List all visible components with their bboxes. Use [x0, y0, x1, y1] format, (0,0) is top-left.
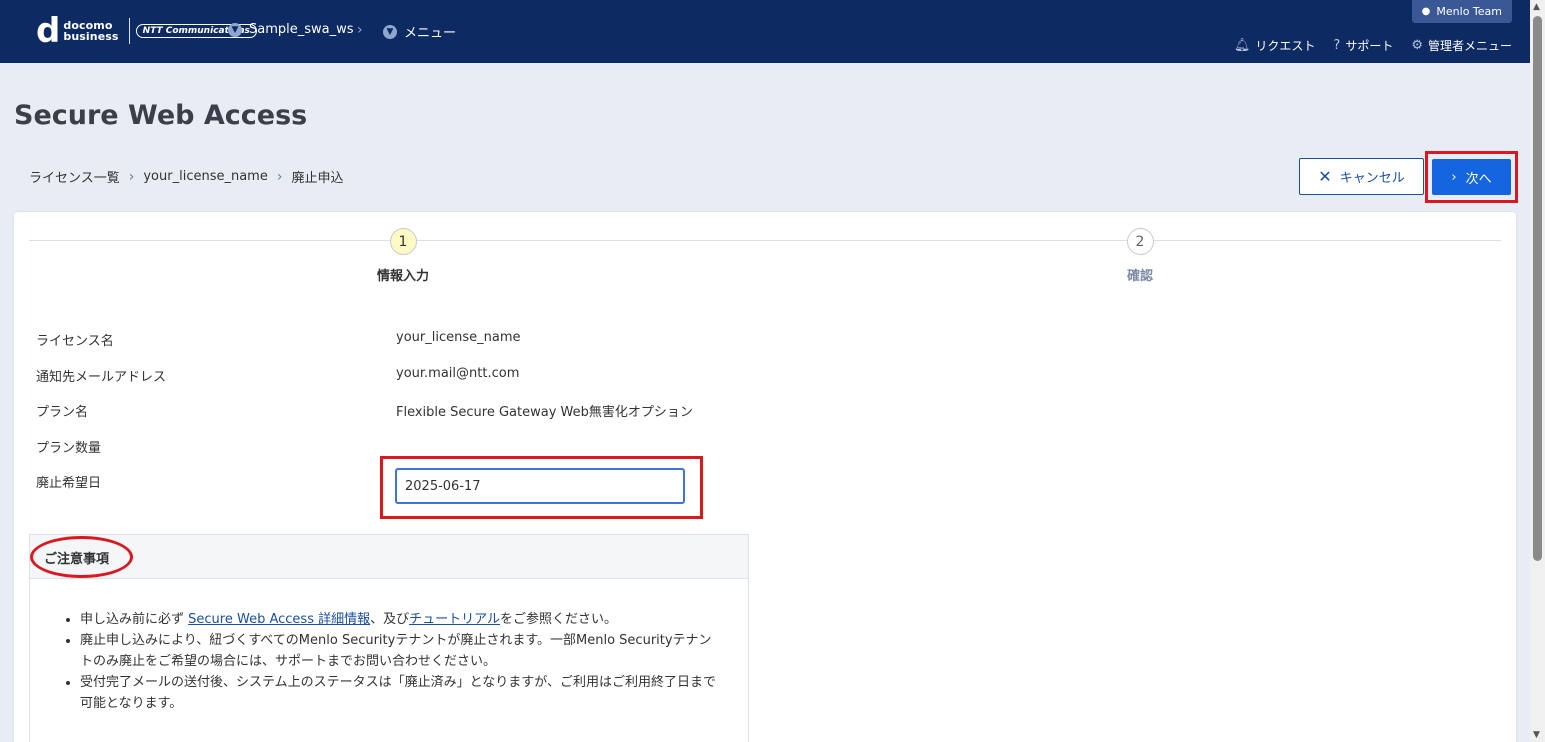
breadcrumb-current: 廃止申込 [291, 171, 344, 186]
end-date-input[interactable] [395, 468, 685, 504]
plan-name-row: プラン名 Flexible Secure Gateway Web無害化オプション [36, 401, 693, 420]
notice-item-2: 廃止申し込みにより、紐づくすべてのMenlo Securityテナントが廃止され… [80, 630, 720, 672]
support-label: サポート [1345, 39, 1394, 53]
step-2-label: 確認 [1126, 269, 1153, 284]
plan-qty-row: プラン数量 [36, 437, 396, 456]
notice-item-1: 申し込み前に必ず Secure Web Access 詳細情報、及びチュートリア… [80, 609, 720, 630]
plan-name-value: Flexible Secure Gateway Web無害化オプション [396, 405, 693, 420]
next-label: 次へ [1465, 171, 1492, 187]
notice-item-3: 受付完了メールの送付後、システム上のステータスは「廃止済み」となりますが、ご利用… [80, 672, 720, 714]
workspace-name: Sample_swa_ws [249, 22, 354, 37]
license-name-row: ライセンス名 your_license_name [36, 330, 520, 349]
step-2: 2 確認 [1090, 228, 1190, 284]
step-2-number: 2 [1126, 228, 1154, 255]
tutorial-link[interactable]: チュートリアル [409, 612, 500, 627]
request-link[interactable]: 🔔︎ リクエスト [1234, 37, 1316, 54]
request-label: リクエスト [1255, 39, 1316, 53]
page-title: Secure Web Access [14, 100, 308, 131]
scroll-down-icon[interactable]: ▼ [1533, 730, 1540, 740]
license-name-label: ライセンス名 [36, 334, 114, 349]
scroll-up-icon[interactable]: ▲ [1533, 2, 1540, 12]
notice-item-1-pre: 申し込み前に必ず [80, 612, 185, 627]
close-icon: ✕ [1318, 167, 1332, 186]
plan-name-label: プラン名 [36, 405, 89, 420]
notice-panel: ご注意事項 申し込み前に必ず Secure Web Access 詳細情報、及び… [29, 534, 749, 742]
menu-label: メニュー [404, 26, 457, 41]
header-links: 🔔︎ リクエスト ? サポート ⚙ 管理者メニュー [1234, 37, 1512, 54]
chevron-right-icon: › [1451, 169, 1457, 185]
scroll-thumb[interactable] [1533, 16, 1542, 561]
chevron-right-icon: › [128, 168, 135, 185]
license-name-value: your_license_name [396, 330, 521, 345]
notice-item-1-post: をご参照ください。 [499, 612, 617, 627]
end-date-row: 廃止希望日 [36, 472, 396, 491]
workspace-selector[interactable]: ▼ Sample_swa_ws [228, 22, 354, 37]
notice-title-highlight [30, 536, 133, 578]
step-1: 1 情報入力 [353, 228, 453, 284]
step-1-number: 1 [389, 228, 417, 255]
chevron-down-icon: ▼ [383, 24, 397, 39]
email-value: your.mail@ntt.com [396, 366, 520, 381]
user-menu-button[interactable]: ● Menlo Team [1411, 0, 1512, 23]
docomo-d-mark: d [36, 11, 61, 51]
menu-selector[interactable]: ▼ メニュー [383, 22, 456, 41]
next-button-highlight: › 次へ [1425, 151, 1518, 203]
support-link[interactable]: ? サポート [1333, 37, 1393, 54]
user-name: Menlo Team [1436, 5, 1502, 18]
breadcrumb-license-name[interactable]: your_license_name [143, 169, 267, 184]
breadcrumb: ライセンス一覧 › your_license_name › 廃止申込 [29, 167, 344, 187]
admin-menu-label: 管理者メニュー [1427, 39, 1512, 53]
cancel-label: キャンセル [1339, 171, 1405, 186]
chevron-right-icon: › [357, 22, 363, 38]
next-button[interactable]: › 次へ [1432, 159, 1511, 195]
notice-item-1-mid: 、及び [370, 612, 410, 627]
app-header: d docomo business NTT Communications ▼ S… [0, 0, 1530, 63]
step-1-label: 情報入力 [376, 269, 429, 284]
admin-menu-link[interactable]: ⚙ 管理者メニュー [1411, 37, 1512, 54]
page-scrollbar[interactable]: ▲ ▼ [1530, 0, 1545, 742]
email-label: 通知先メールアドレス [36, 370, 167, 385]
gear-icon: ⚙ [1411, 38, 1423, 53]
breadcrumb-license-list[interactable]: ライセンス一覧 [29, 167, 120, 186]
user-icon: ● [1421, 6, 1431, 17]
notice-header: ご注意事項 [30, 535, 748, 579]
logo-text: docomo business [63, 20, 118, 42]
swa-detail-link[interactable]: Secure Web Access 詳細情報 [188, 612, 370, 627]
docomo-business-logo[interactable]: d docomo business NTT Communications [36, 11, 257, 51]
notice-list: 申し込み前に必ず Secure Web Access 詳細情報、及びチュートリア… [30, 579, 748, 714]
chevron-right-icon: › [276, 168, 283, 185]
chevron-down-icon: ▼ [228, 22, 242, 37]
plan-qty-label: プラン数量 [36, 441, 102, 456]
main-card: 1 情報入力 2 確認 ライセンス名 your_license_name 通知先… [14, 212, 1516, 742]
cancel-button[interactable]: ✕ キャンセル [1299, 158, 1424, 195]
bell-icon: 🔔︎ [1233, 38, 1251, 53]
logo-line2: business [63, 30, 119, 43]
logo-divider [128, 18, 130, 44]
help-icon: ? [1333, 38, 1341, 53]
end-date-label: 廃止希望日 [36, 476, 102, 491]
stepper-line [29, 240, 1501, 241]
email-row: 通知先メールアドレス your.mail@ntt.com [36, 366, 519, 385]
